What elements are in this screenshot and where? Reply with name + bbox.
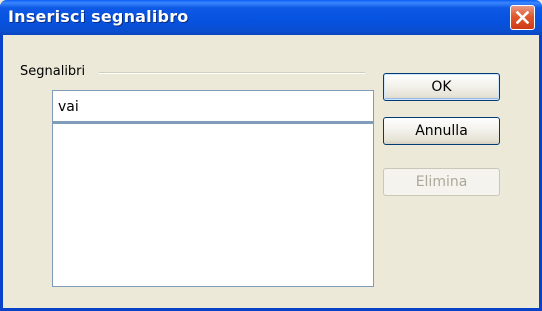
ok-button[interactable]: OK [383,73,500,101]
bookmarks-group-label: Segnalibri [20,64,90,79]
group-divider [99,72,365,74]
close-icon [516,11,529,24]
title-bar[interactable]: Inserisci segnalibro [0,0,542,35]
close-button[interactable] [510,5,535,30]
delete-button[interactable]: Elimina [383,168,500,196]
window-title: Inserisci segnalibro [8,7,189,26]
cancel-button[interactable]: Annulla [383,117,500,145]
bookmark-name-input[interactable]: vai [52,90,374,122]
insert-bookmark-dialog: Inserisci segnalibro Segnalibri vai OK A… [0,0,542,311]
bookmark-list[interactable] [52,122,374,287]
